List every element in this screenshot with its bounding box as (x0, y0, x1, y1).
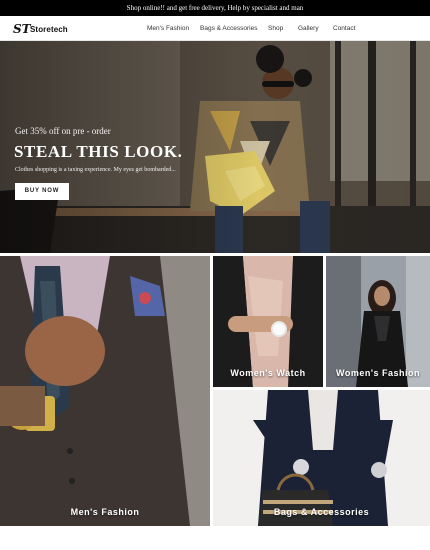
tile-label-mens-fashion: Men's Fashion (70, 507, 140, 517)
tile-label-bags-accessories: Bags & Accessories (273, 507, 370, 517)
hero-offer-text: Get 35% off on pre - order (15, 126, 111, 136)
nav-item-mens-fashion[interactable]: Men's Fashion (147, 16, 189, 41)
mens-fashion-photo (0, 256, 210, 526)
announcement-text: Shop online!! and get free delivery, Hel… (126, 4, 304, 12)
tile-label-womens-watch: Women's Watch (230, 368, 306, 378)
announcement-bar: Shop online!! and get free delivery, Hel… (0, 0, 430, 16)
logo-mark-icon: ST (13, 22, 31, 36)
nav-item-bags-accessories[interactable]: Bags & Accessories (200, 16, 257, 41)
tile-mens-fashion[interactable]: Men's Fashion (0, 256, 210, 526)
hero-title: STEAL THIS LOOK. (14, 142, 183, 161)
logo-mark-text: ST (13, 22, 31, 36)
buy-now-button[interactable]: BUY NOW (15, 183, 69, 200)
logo[interactable]: ST Storetech (13, 21, 68, 37)
hero-banner: Get 35% off on pre - order STEAL THIS LO… (0, 41, 430, 253)
brand-name: Storetech (30, 24, 68, 34)
hero-subtitle: Clothes shopping is a taxing experience.… (15, 167, 176, 173)
tile-womens-fashion[interactable]: Women's Fashion (326, 256, 430, 387)
tile-bags-accessories[interactable]: Bags & Accessories (213, 390, 430, 526)
nav-item-shop[interactable]: Shop (268, 16, 283, 41)
tile-label-womens-fashion: Women's Fashion (336, 368, 420, 378)
nav-item-contact[interactable]: Contact (333, 16, 355, 41)
nav-item-gallery[interactable]: Gallery (298, 16, 319, 41)
tile-womens-watch[interactable]: Women's Watch (213, 256, 323, 387)
navbar: ST Storetech Men's Fashion Bags & Access… (0, 16, 430, 41)
bags-accessories-photo (213, 390, 430, 526)
